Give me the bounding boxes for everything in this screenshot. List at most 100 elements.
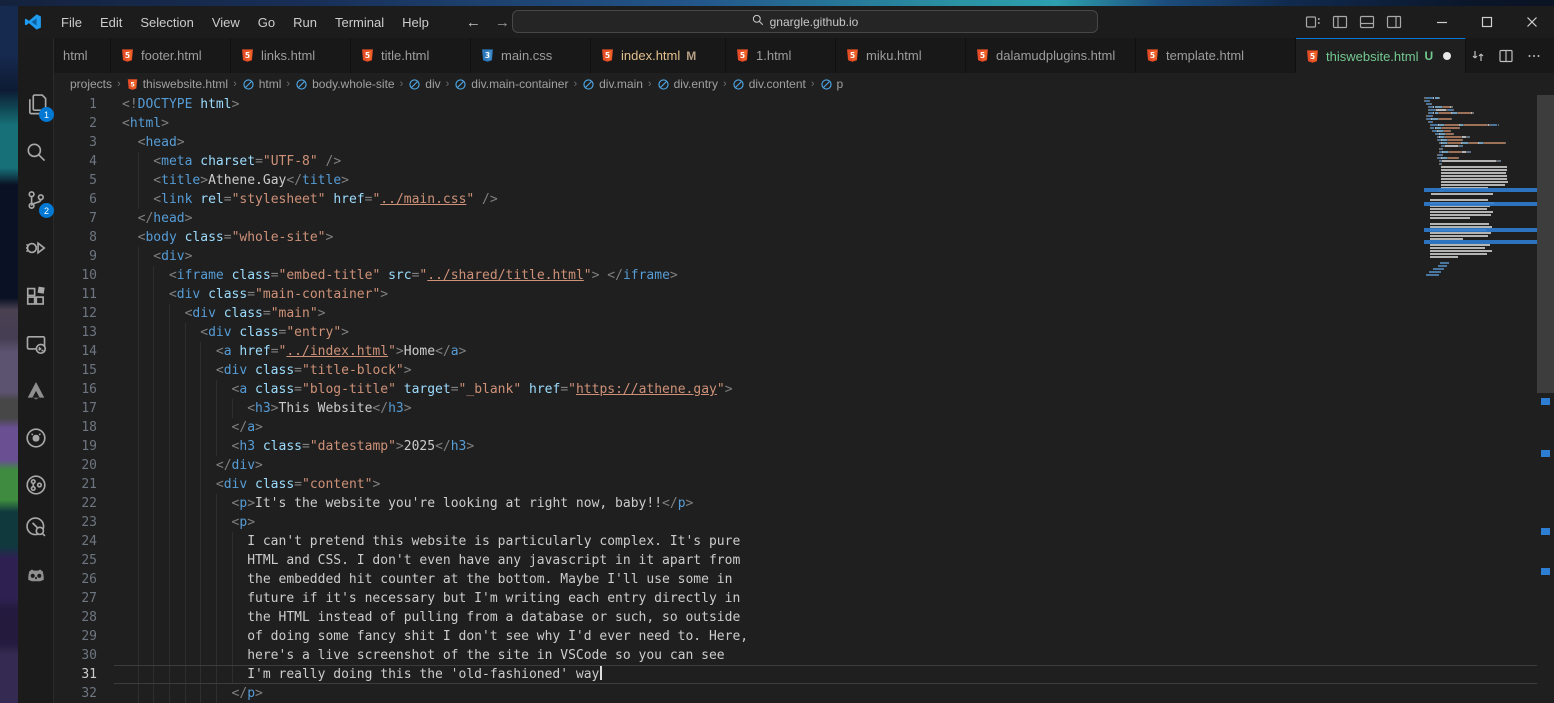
line-number[interactable]: 3	[54, 133, 97, 152]
menu-run[interactable]: Run	[284, 12, 326, 33]
window-maximize-button[interactable]	[1464, 6, 1509, 38]
menu-edit[interactable]: Edit	[91, 12, 131, 33]
code-line-29[interactable]: 29of doing some fancy shit I don't see w…	[54, 627, 1501, 646]
tab-miku-html[interactable]: 5miku.html	[836, 38, 966, 73]
line-number[interactable]: 29	[54, 627, 97, 646]
code-line-6[interactable]: 6<link rel="stylesheet" href="../main.cs…	[54, 190, 1501, 209]
github-icon[interactable]	[20, 422, 52, 454]
line-number[interactable]: 6	[54, 190, 97, 209]
breadcrumb-item-div-main[interactable]: div.main	[582, 77, 643, 91]
code-line-28[interactable]: 28the HTML instead of pulling from a dat…	[54, 608, 1501, 627]
code-line-15[interactable]: 15<div class="title-block">	[54, 361, 1501, 380]
gitlens-icon[interactable]	[20, 469, 52, 501]
code-line-25[interactable]: 25HTML and CSS. I don't even have any ja…	[54, 551, 1501, 570]
tab-template-html[interactable]: 5template.html	[1136, 38, 1296, 73]
line-number[interactable]: 19	[54, 437, 97, 456]
line-number[interactable]: 26	[54, 570, 97, 589]
godot-tools-icon[interactable]	[20, 559, 52, 591]
menu-view[interactable]: View	[203, 12, 249, 33]
code-line-2[interactable]: 2<html>	[54, 114, 1501, 133]
remote-explorer-icon[interactable]	[20, 328, 52, 360]
code-line-23[interactable]: 23<p>	[54, 513, 1501, 532]
line-number[interactable]: 32	[54, 684, 97, 703]
tab-title-html[interactable]: 5title.html	[351, 38, 471, 73]
line-number[interactable]: 22	[54, 494, 97, 513]
tab-links-html[interactable]: 5links.html	[231, 38, 351, 73]
code-line-10[interactable]: 10<iframe class="embed-title" src="../sh…	[54, 266, 1501, 285]
line-number[interactable]: 16	[54, 380, 97, 399]
vertical-scrollbar[interactable]	[1537, 95, 1554, 703]
line-number[interactable]: 31	[54, 665, 97, 684]
code-line-7[interactable]: 7</head>	[54, 209, 1501, 228]
code-line-21[interactable]: 21<div class="content">	[54, 475, 1501, 494]
source-control-icon[interactable]: 2	[20, 184, 52, 216]
tab-1-html[interactable]: 51.html	[726, 38, 836, 73]
line-number[interactable]: 13	[54, 323, 97, 342]
line-number[interactable]: 10	[54, 266, 97, 285]
code-line-16[interactable]: 16<a class="blog-title" target="_blank" …	[54, 380, 1501, 399]
nav-forward-icon[interactable]: →	[495, 14, 510, 31]
line-number[interactable]: 1	[54, 95, 97, 114]
extension-a-icon[interactable]	[20, 374, 52, 406]
code-line-5[interactable]: 5<title>Athene.Gay</title>	[54, 171, 1501, 190]
line-number[interactable]: 4	[54, 152, 97, 171]
code-line-8[interactable]: 8<body class="whole-site">	[54, 228, 1501, 247]
line-number[interactable]: 7	[54, 209, 97, 228]
line-number[interactable]: 20	[54, 456, 97, 475]
menu-terminal[interactable]: Terminal	[326, 12, 393, 33]
split-editor-icon[interactable]	[1494, 44, 1518, 68]
line-number[interactable]: 24	[54, 532, 97, 551]
code-line-13[interactable]: 13<div class="entry">	[54, 323, 1501, 342]
line-number[interactable]: 23	[54, 513, 97, 532]
toggle-secondary-sidebar-icon[interactable]	[1380, 10, 1407, 34]
line-number[interactable]: 18	[54, 418, 97, 437]
code-line-18[interactable]: 18</a>	[54, 418, 1501, 437]
breadcrumb-item-p[interactable]: p	[820, 77, 844, 91]
unsaved-dot-icon[interactable]	[1443, 52, 1451, 60]
tab-dalamudplugins-html[interactable]: 5dalamudplugins.html	[966, 38, 1136, 73]
line-number[interactable]: 15	[54, 361, 97, 380]
line-number[interactable]: 2	[54, 114, 97, 133]
breadcrumb-item-div-main-container[interactable]: div.main-container	[454, 77, 568, 91]
line-number[interactable]: 27	[54, 589, 97, 608]
code-line-1[interactable]: 1<!DOCTYPE html>	[54, 95, 1501, 114]
breadcrumb-item-thiswebsite-html[interactable]: 5thiswebsite.html	[126, 77, 228, 91]
window-minimize-button[interactable]	[1419, 6, 1464, 38]
breadcrumb-item-div[interactable]: div	[408, 77, 440, 91]
scrollbar-slider[interactable]	[1537, 95, 1554, 393]
tab-index-html[interactable]: 5index.htmlM	[591, 38, 726, 73]
toggle-panel-icon[interactable]	[1353, 10, 1380, 34]
tab-footer-html[interactable]: 5footer.html	[111, 38, 231, 73]
code-line-17[interactable]: 17<h3>This Website</h3>	[54, 399, 1501, 418]
line-number[interactable]: 25	[54, 551, 97, 570]
code-line-24[interactable]: 24I can't pretend this website is partic…	[54, 532, 1501, 551]
tab-main-css[interactable]: 3main.css	[471, 38, 591, 73]
line-number[interactable]: 11	[54, 285, 97, 304]
window-close-button[interactable]	[1509, 6, 1554, 38]
line-number[interactable]: 30	[54, 646, 97, 665]
menu-help[interactable]: Help	[393, 12, 438, 33]
line-number[interactable]: 28	[54, 608, 97, 627]
breadcrumb-item-div-entry[interactable]: div.entry	[657, 77, 718, 91]
tab-html[interactable]: html	[54, 38, 111, 73]
code-line-20[interactable]: 20</div>	[54, 456, 1501, 475]
code-line-19[interactable]: 19<h3 class="datestamp">2025</h3>	[54, 437, 1501, 456]
code-line-11[interactable]: 11<div class="main-container">	[54, 285, 1501, 304]
open-changes-icon[interactable]	[1466, 44, 1490, 68]
code-line-26[interactable]: 26the embedded hit counter at the bottom…	[54, 570, 1501, 589]
code-line-32[interactable]: 32</p>	[54, 684, 1501, 703]
breadcrumb-item-body-whole-site[interactable]: body.whole-site	[295, 77, 395, 91]
breadcrumb-item-projects[interactable]: projects	[70, 77, 112, 91]
code-line-30[interactable]: 30here's a live screenshot of the site i…	[54, 646, 1501, 665]
minimap[interactable]	[1424, 95, 1537, 703]
toggle-primary-sidebar-icon[interactable]	[1326, 10, 1353, 34]
code-line-14[interactable]: 14<a href="../index.html">Home</a>	[54, 342, 1501, 361]
line-number[interactable]: 8	[54, 228, 97, 247]
search-icon[interactable]	[20, 136, 52, 168]
code-line-9[interactable]: 9<div>	[54, 247, 1501, 266]
code-line-22[interactable]: 22<p>It's the website you're looking at …	[54, 494, 1501, 513]
code-line-4[interactable]: 4<meta charset="UTF-8" />	[54, 152, 1501, 171]
line-number[interactable]: 14	[54, 342, 97, 361]
line-number[interactable]: 12	[54, 304, 97, 323]
code-line-31[interactable]: 31I'm really doing this the 'old-fashion…	[54, 665, 1501, 684]
